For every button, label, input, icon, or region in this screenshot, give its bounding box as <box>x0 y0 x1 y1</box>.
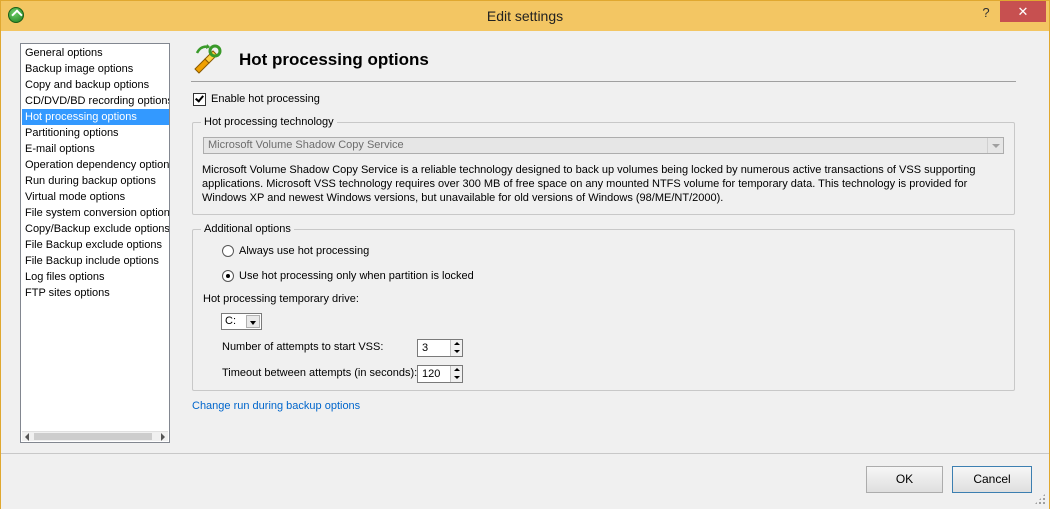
title-bar[interactable]: Edit settings ? ✕ <box>1 1 1049 31</box>
hot-processing-icon <box>194 44 222 74</box>
timeout-label: Timeout between attempts (in seconds): <box>222 367 418 379</box>
sidebar-item-backup-image-options[interactable]: Backup image options <box>22 61 169 77</box>
chevron-down-icon[interactable] <box>246 315 260 328</box>
vss-attempts-label: Number of attempts to start VSS: <box>222 341 384 353</box>
timeout-value[interactable]: 120 <box>422 368 440 380</box>
technology-description: Microsoft Volume Shadow Copy Service is … <box>202 164 976 204</box>
vss-attempts-value[interactable]: 3 <box>422 342 428 354</box>
page-title: Hot processing options <box>239 50 429 69</box>
radio-selected-dot <box>226 274 230 278</box>
settings-category-list[interactable]: General options Backup image options Cop… <box>20 43 170 443</box>
sidebar-item-file-system-conversion-options[interactable]: File system conversion options <box>22 205 169 221</box>
temp-drive-select[interactable]: C: <box>221 313 262 330</box>
sidebar-item-log-files-options[interactable]: Log files options <box>22 269 169 285</box>
header-divider <box>191 81 1016 82</box>
enable-hot-processing-checkbox[interactable] <box>193 93 206 106</box>
sidebar-item-hot-processing-options[interactable]: Hot processing options <box>22 109 169 125</box>
cancel-button[interactable]: Cancel <box>952 466 1032 493</box>
list-horizontal-scrollbar[interactable] <box>22 431 168 441</box>
sidebar-item-file-backup-exclude-options[interactable]: File Backup exclude options <box>22 237 169 253</box>
timeout-spin-buttons[interactable] <box>450 366 462 382</box>
scrollbar-thumb[interactable] <box>34 433 152 440</box>
vss-attempts-stepper[interactable]: 3 <box>417 339 463 357</box>
always-hot-processing-label[interactable]: Always use hot processing <box>239 245 369 257</box>
scroll-right-icon[interactable] <box>161 433 165 441</box>
sidebar-item-email-options[interactable]: E-mail options <box>22 141 169 157</box>
hot-processing-when-locked-label[interactable]: Use hot processing only when partition i… <box>239 270 474 282</box>
sidebar-item-virtual-mode-options[interactable]: Virtual mode options <box>22 189 169 205</box>
help-button[interactable]: ? <box>976 5 996 23</box>
sidebar-item-partitioning-options[interactable]: Partitioning options <box>22 125 169 141</box>
window-title: Edit settings <box>486 8 564 24</box>
sidebar-item-ftp-sites-options[interactable]: FTP sites options <box>22 285 169 301</box>
checkmark-icon <box>195 93 204 103</box>
technology-select-value: Microsoft Volume Shadow Copy Service <box>208 139 404 151</box>
scroll-left-icon[interactable] <box>25 433 29 441</box>
sidebar-item-copy-backup-exclude-options[interactable]: Copy/Backup exclude options <box>22 221 169 237</box>
temp-drive-value: C: <box>225 315 236 327</box>
sidebar-item-copy-and-backup-options[interactable]: Copy and backup options <box>22 77 169 93</box>
sidebar-item-operation-dependency-options[interactable]: Operation dependency options <box>22 157 169 173</box>
enable-hot-processing-label[interactable]: Enable hot processing <box>211 93 320 105</box>
always-hot-processing-radio[interactable] <box>222 245 234 257</box>
sidebar-item-file-backup-include-options[interactable]: File Backup include options <box>22 253 169 269</box>
sidebar-item-general-options[interactable]: General options <box>22 45 169 61</box>
vss-attempts-spin-buttons[interactable] <box>450 340 462 356</box>
close-button[interactable]: ✕ <box>1000 1 1046 22</box>
timeout-stepper[interactable]: 120 <box>417 365 463 383</box>
change-run-during-backup-link[interactable]: Change run during backup options <box>192 400 360 412</box>
sidebar-item-run-during-backup-options[interactable]: Run during backup options <box>22 173 169 189</box>
technology-select: Microsoft Volume Shadow Copy Service <box>203 137 1004 154</box>
technology-group-legend: Hot processing technology <box>201 116 337 128</box>
edit-settings-dialog: Edit settings ? ✕ General options Backup… <box>0 0 1050 509</box>
chevron-down-icon <box>987 138 1003 153</box>
hot-processing-when-locked-radio[interactable] <box>222 270 234 282</box>
ok-button[interactable]: OK <box>866 466 943 493</box>
sidebar-item-cd-dvd-bd-recording-options[interactable]: CD/DVD/BD recording options <box>22 93 169 109</box>
additional-options-legend: Additional options <box>201 223 294 235</box>
temp-drive-label: Hot processing temporary drive: <box>203 293 359 305</box>
